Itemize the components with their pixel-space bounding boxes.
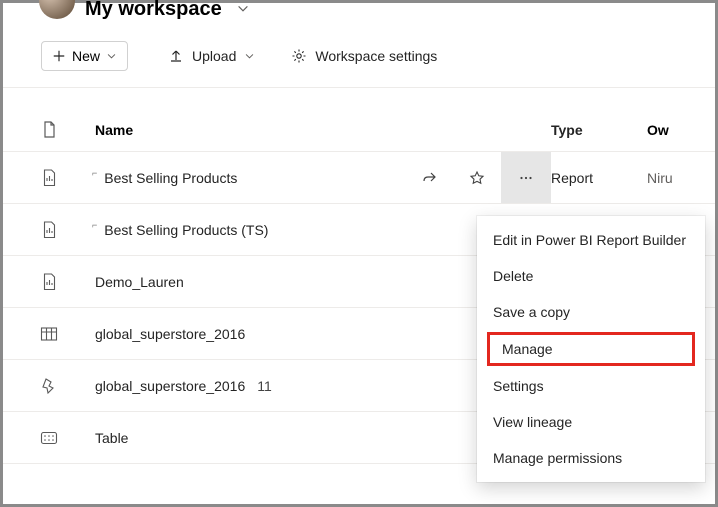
report-icon <box>3 169 95 187</box>
column-icon-header <box>3 121 95 139</box>
item-owner: Niru <box>647 170 707 186</box>
chevron-down-icon[interactable] <box>236 2 250 16</box>
context-menu: Edit in Power BI Report BuilderDeleteSav… <box>477 216 705 482</box>
plus-icon <box>52 49 66 63</box>
item-name-label: Best Selling Products (TS) <box>104 222 268 238</box>
column-name-header[interactable]: Name <box>95 122 405 138</box>
table-header: Name Type Ow <box>3 108 715 152</box>
item-name-label: global_superstore_2016 <box>95 378 245 394</box>
workspace-settings-label: Workspace settings <box>315 48 437 64</box>
gear-icon <box>291 48 307 64</box>
context-menu-item-manage-permissions[interactable]: Manage permissions <box>477 440 705 476</box>
new-button-label: New <box>72 48 100 64</box>
item-name[interactable]: ⌐ Best Selling Products (TS) <box>95 222 405 238</box>
workspace-settings-button[interactable]: Workspace settings <box>287 44 441 68</box>
upload-button[interactable]: Upload <box>164 44 259 68</box>
chevron-down-icon <box>244 51 255 62</box>
table-row[interactable]: ⌐ Best Selling Products ReportNiru <box>3 152 715 204</box>
context-menu-item-settings[interactable]: Settings <box>477 368 705 404</box>
upload-icon <box>168 48 184 64</box>
report-icon <box>3 221 95 239</box>
avatar <box>39 0 75 19</box>
item-name-label: Table <box>95 430 128 446</box>
dataset-icon <box>3 326 95 342</box>
context-menu-item-view-lineage[interactable]: View lineage <box>477 404 705 440</box>
more-options-button[interactable] <box>501 152 551 203</box>
item-name-label: global_superstore_2016 <box>95 326 245 342</box>
workspace-title: My workspace <box>85 0 222 21</box>
new-button[interactable]: New <box>41 41 128 71</box>
context-menu-item-delete[interactable]: Delete <box>477 258 705 294</box>
column-type-header[interactable]: Type <box>551 122 647 138</box>
item-name[interactable]: global_superstore_2016 11 <box>95 378 405 394</box>
column-owner-header[interactable]: Ow <box>647 122 707 138</box>
item-type: Report <box>551 170 647 186</box>
toolbar: New Upload Workspace settings <box>3 29 715 88</box>
chevron-down-icon <box>106 51 117 62</box>
item-name-label: Demo_Lauren <box>95 274 184 290</box>
refresh-indicator-icon: ⌐ <box>92 220 97 230</box>
star-icon[interactable] <box>453 170 501 186</box>
share-icon[interactable] <box>405 170 453 186</box>
item-badge: 11 <box>257 378 272 394</box>
item-name-label: Best Selling Products <box>104 170 237 186</box>
item-name[interactable]: Table <box>95 430 405 446</box>
context-menu-item-edit-in-power-bi-report-builder[interactable]: Edit in Power BI Report Builder <box>477 222 705 258</box>
item-name[interactable]: ⌐ Best Selling Products <box>95 170 405 186</box>
item-name[interactable]: global_superstore_2016 <box>95 326 405 342</box>
context-menu-item-save-a-copy[interactable]: Save a copy <box>477 294 705 330</box>
refresh-indicator-icon: ⌐ <box>92 168 97 178</box>
upload-label: Upload <box>192 48 236 64</box>
table-icon <box>3 431 95 445</box>
report-icon <box>3 273 95 291</box>
context-menu-item-manage[interactable]: Manage <box>487 332 695 366</box>
item-name[interactable]: Demo_Lauren <box>95 274 405 290</box>
dataflow-icon <box>3 377 95 395</box>
